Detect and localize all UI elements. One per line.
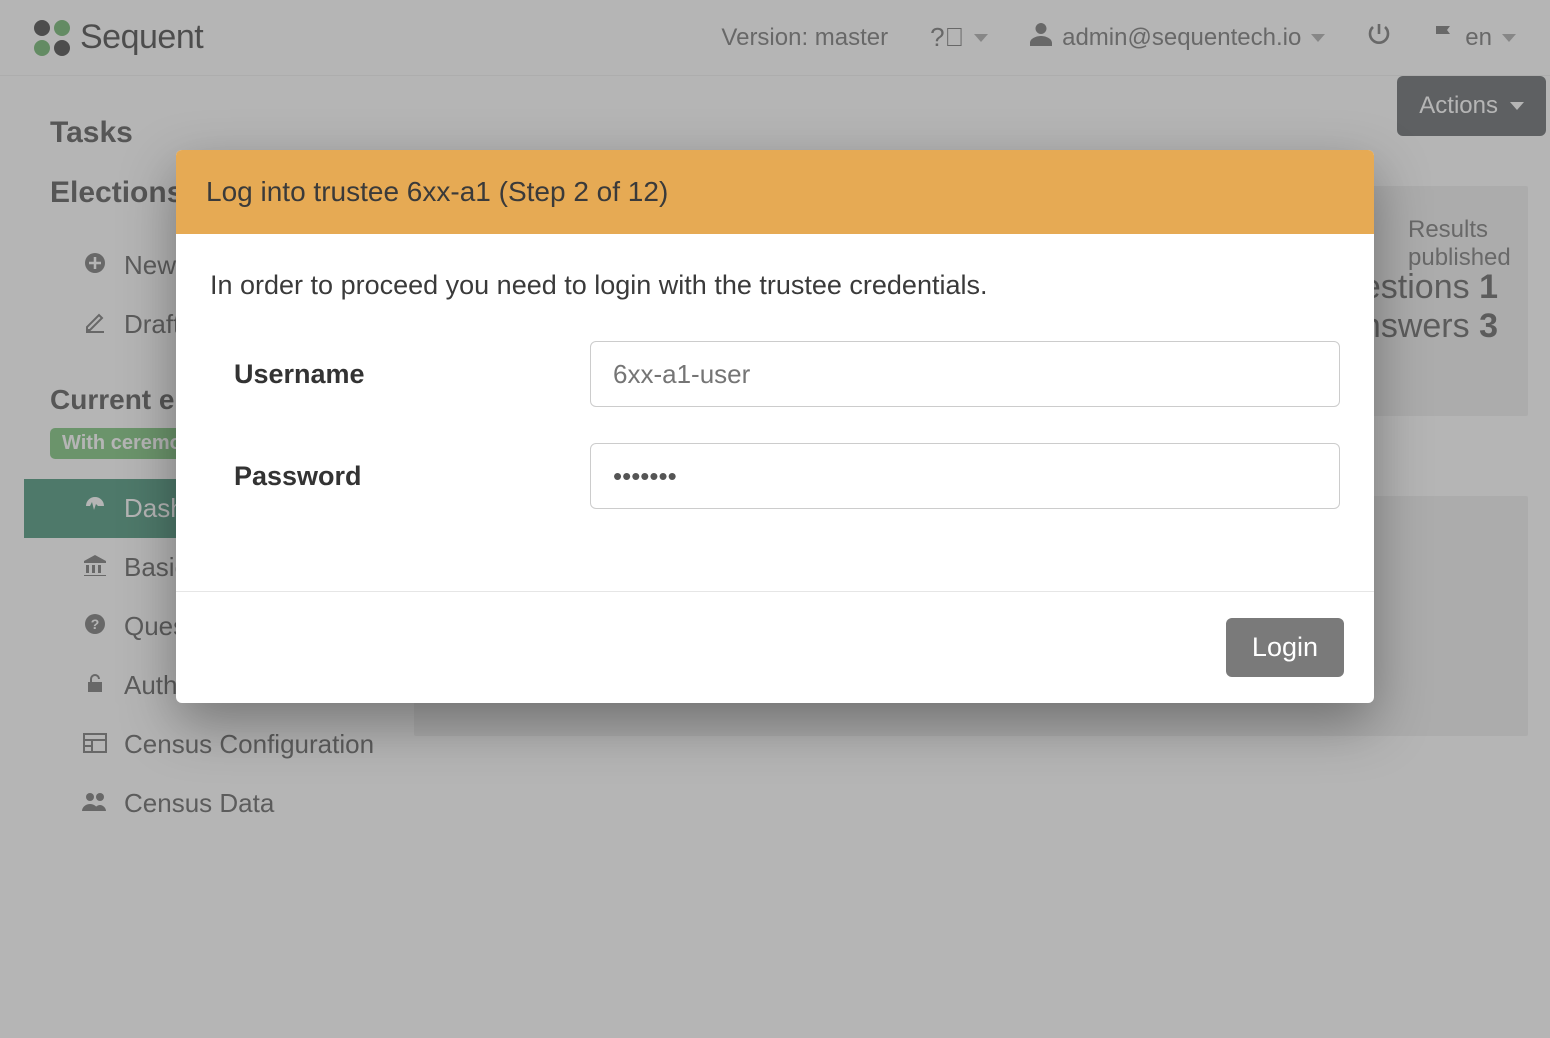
- username-label: Username: [210, 359, 590, 390]
- modal-lead: In order to proceed you need to login wi…: [210, 270, 1340, 301]
- password-label: Password: [210, 461, 590, 492]
- login-modal: Log into trustee 6xx-a1 (Step 2 of 12) I…: [176, 150, 1374, 703]
- modal-title: Log into trustee 6xx-a1 (Step 2 of 12): [176, 150, 1374, 234]
- password-input[interactable]: [590, 443, 1340, 509]
- login-button[interactable]: Login: [1226, 618, 1344, 677]
- username-input[interactable]: [590, 341, 1340, 407]
